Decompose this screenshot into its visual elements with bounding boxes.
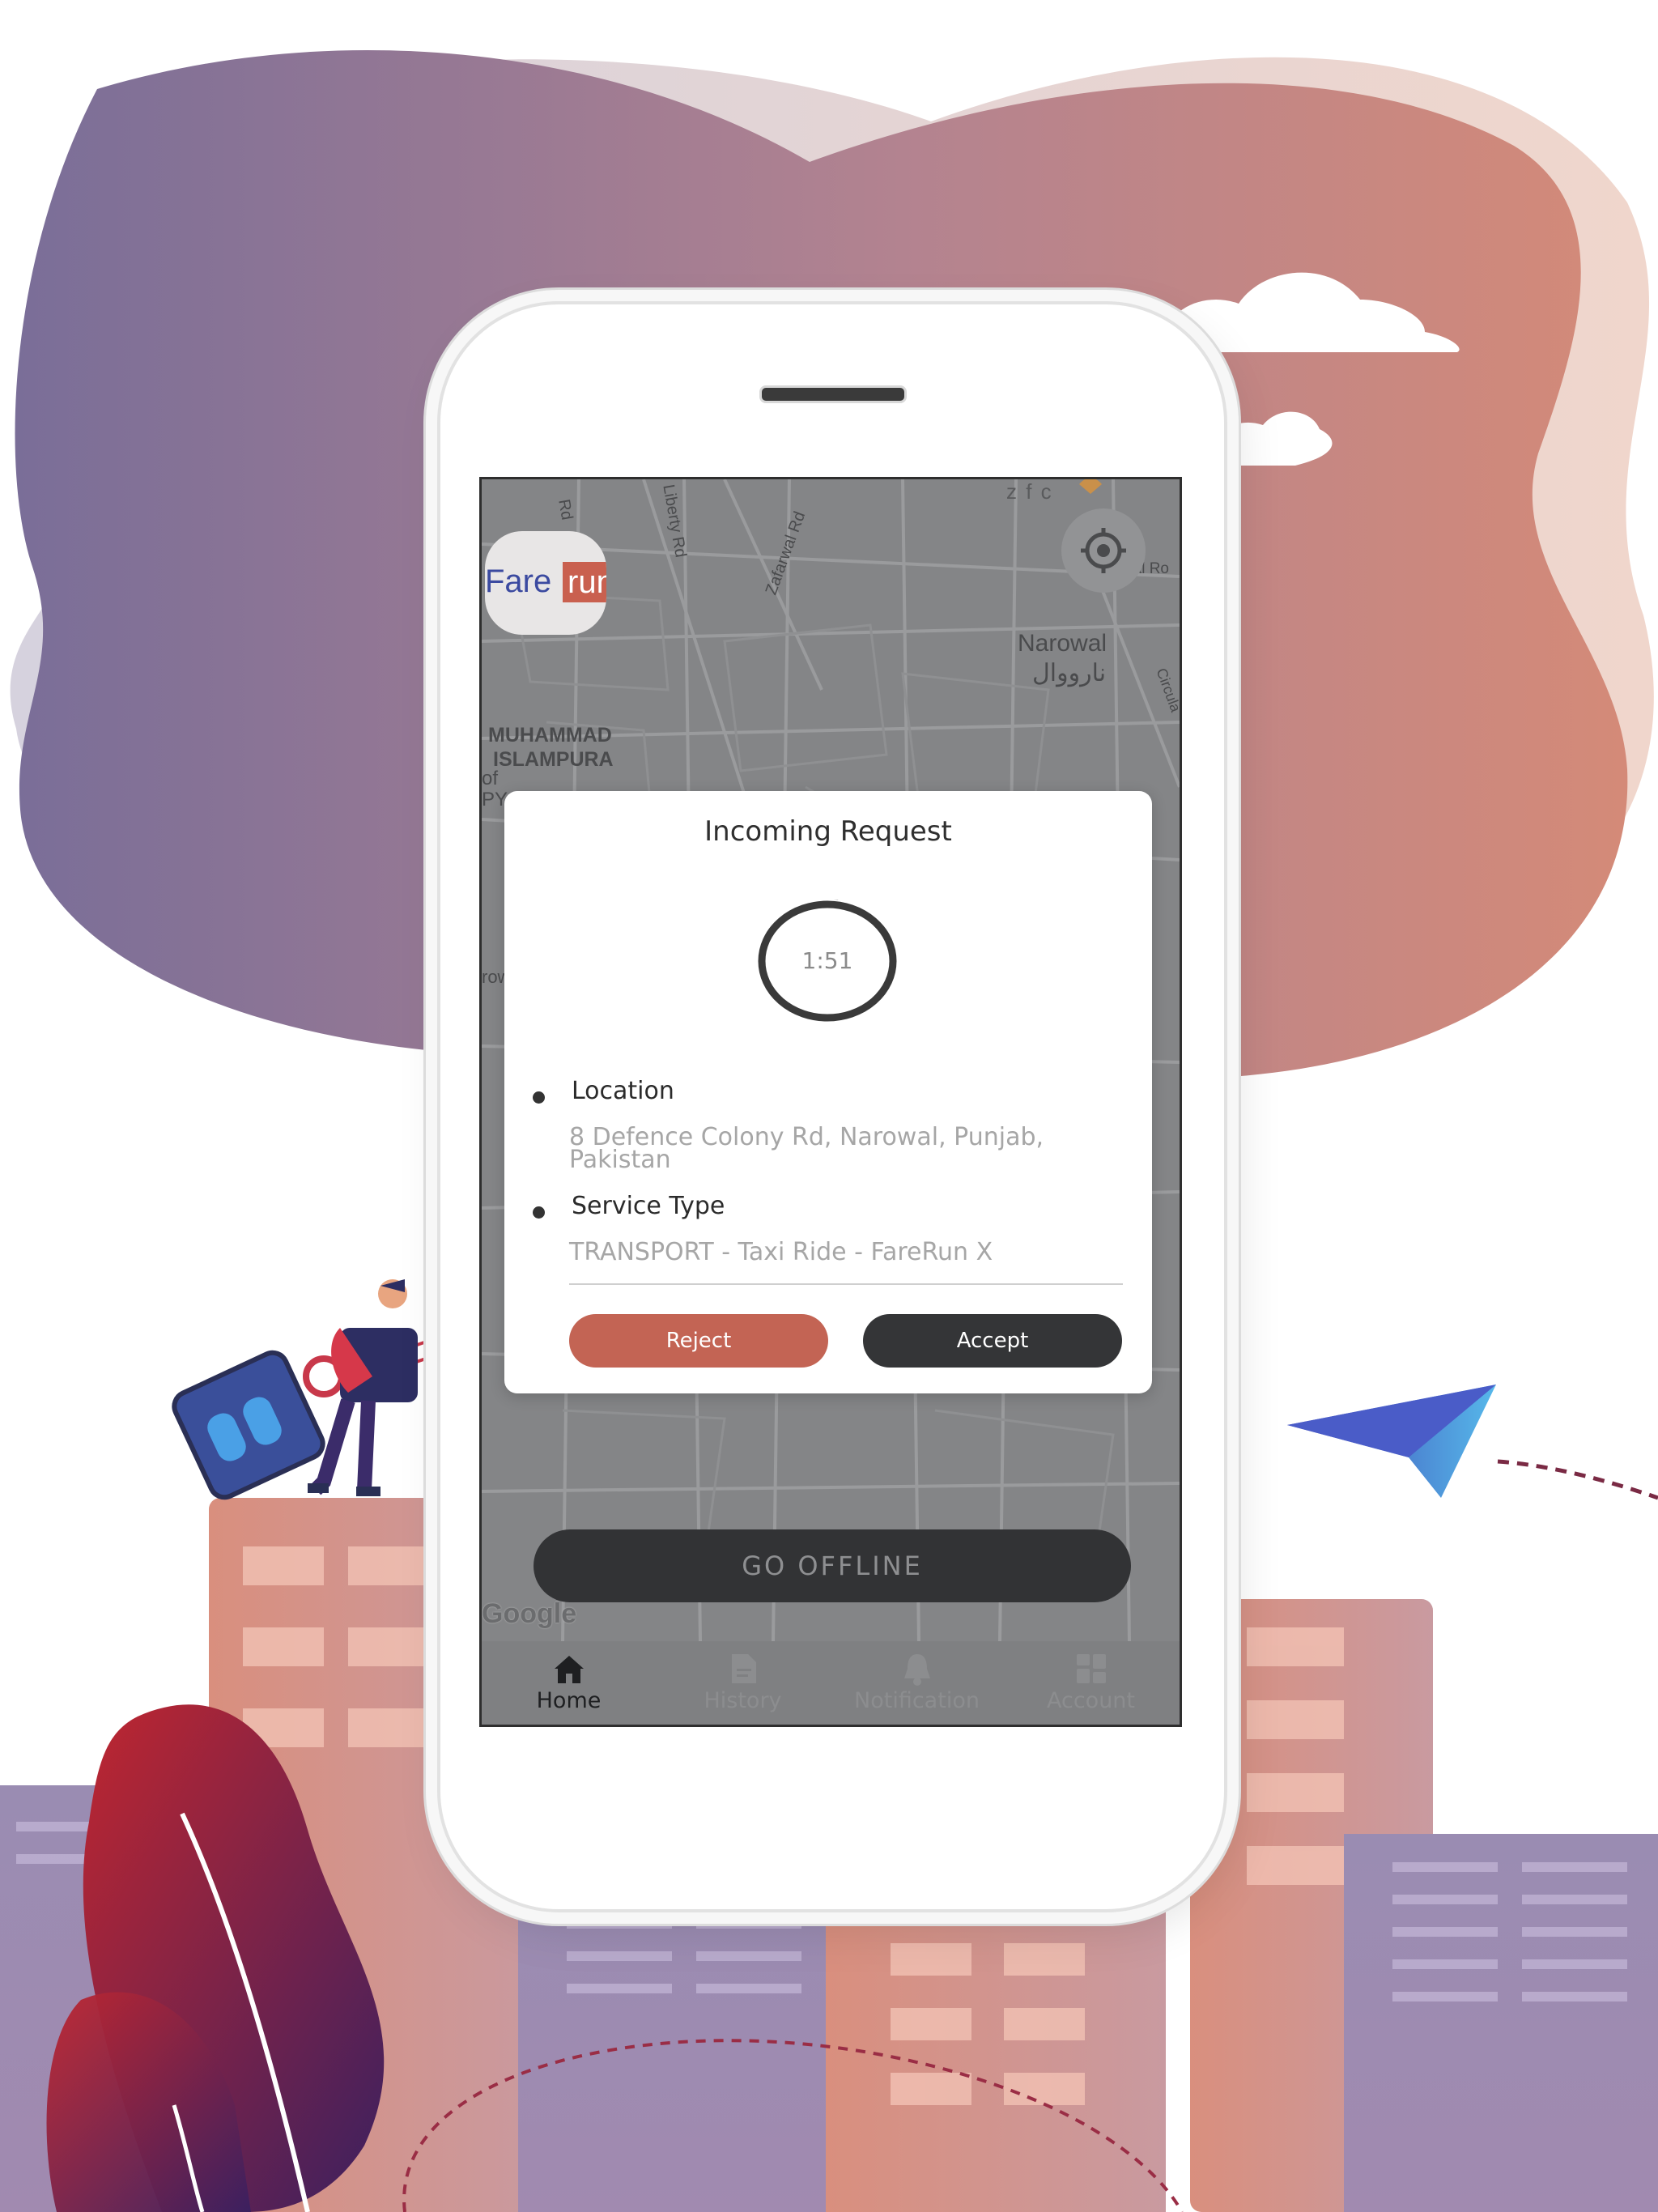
dialog-title: Incoming Request: [704, 815, 952, 848]
my-location-button[interactable]: [1061, 508, 1146, 593]
google-watermark: Google: [482, 1598, 577, 1629]
location-bullet: [533, 1091, 545, 1104]
home-icon: [555, 1656, 584, 1683]
crosshair-icon: [1081, 528, 1126, 573]
map-label-zfc: z f c: [1006, 479, 1053, 504]
tab-account[interactable]: Account: [1004, 1641, 1178, 1725]
reject-button[interactable]: Reject: [569, 1314, 828, 1368]
location-value: 8 Defence Colony Rd, Narowal, Punjab, Pa…: [569, 1123, 1044, 1174]
logo-text-fare: Fare: [485, 564, 552, 599]
bell-icon: [904, 1654, 930, 1686]
location-label: Location: [572, 1077, 674, 1105]
grid-icon: [1077, 1654, 1106, 1683]
incoming-request-dialog: Incoming Request 1:51 Location 8 Defence…: [504, 791, 1152, 1393]
go-offline-button[interactable]: GO OFFLINE: [534, 1529, 1131, 1602]
map-label-of: of: [482, 768, 499, 789]
history-icon: [732, 1654, 756, 1683]
timer-value: 1:51: [801, 947, 853, 974]
map-label-rd: Rd: [555, 497, 576, 521]
bottom-tab-bar: Home History Notification Account: [482, 1641, 1180, 1725]
logo-text-run: run: [563, 562, 606, 602]
service-type-value: TRANSPORT - Taxi Ride - FareRun X: [569, 1238, 993, 1266]
tab-notification-label: Notification: [854, 1688, 980, 1713]
tab-history-label: History: [704, 1688, 782, 1713]
service-type-label: Service Type: [572, 1192, 725, 1220]
tab-home[interactable]: Home: [482, 1641, 656, 1725]
divider: [569, 1283, 1123, 1285]
tab-home-label: Home: [536, 1688, 602, 1713]
tab-history[interactable]: History: [656, 1641, 830, 1725]
farerun-logo: Fare run: [485, 531, 606, 635]
tab-notification[interactable]: Notification: [830, 1641, 1004, 1725]
countdown-timer: 1:51: [757, 891, 898, 1031]
map-label-narowal-urdu: نارووال: [1032, 660, 1107, 687]
tab-account-label: Account: [1046, 1688, 1135, 1713]
service-bullet: [533, 1206, 545, 1219]
map-label-muhammad: MUHAMMAD: [488, 724, 612, 747]
accept-button[interactable]: Accept: [863, 1314, 1122, 1368]
map-label-narowal: Narowal: [1018, 630, 1107, 657]
map-label-islampura: ISLAMPURA: [493, 748, 614, 771]
phone-speaker: [759, 385, 907, 403]
